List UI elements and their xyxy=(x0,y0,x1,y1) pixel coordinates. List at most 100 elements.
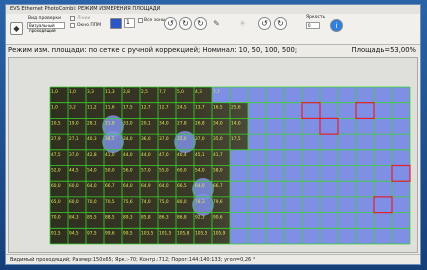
covered-cell[interactable] xyxy=(302,134,320,150)
covered-cell[interactable] xyxy=(266,118,284,135)
covered-cell[interactable] xyxy=(374,102,392,119)
covered-cell[interactable] xyxy=(356,149,374,166)
lines-checkbox[interactable] xyxy=(70,16,75,21)
pnp-window-checkbox[interactable] xyxy=(70,23,75,28)
covered-cell[interactable] xyxy=(338,196,356,213)
covered-cell[interactable] xyxy=(230,228,248,244)
covered-cell[interactable] xyxy=(248,165,266,182)
covered-cell[interactable] xyxy=(320,87,338,103)
covered-cell[interactable] xyxy=(392,165,410,182)
covered-cell[interactable] xyxy=(266,228,284,244)
covered-cell[interactable] xyxy=(392,87,410,103)
covered-cell[interactable] xyxy=(320,165,338,182)
covered-cell[interactable] xyxy=(302,196,320,213)
covered-cell[interactable] xyxy=(302,181,320,197)
covered-cell[interactable] xyxy=(356,196,374,213)
covered-cell[interactable] xyxy=(284,196,302,213)
covered-cell[interactable] xyxy=(230,212,248,229)
covered-cell[interactable] xyxy=(392,102,410,119)
covered-cell[interactable] xyxy=(374,228,392,244)
covered-cell[interactable] xyxy=(374,212,392,229)
covered-cell[interactable] xyxy=(266,149,284,166)
undo-icon[interactable]: ↺ xyxy=(258,17,271,30)
covered-cell[interactable] xyxy=(320,118,338,135)
covered-cell[interactable] xyxy=(266,165,284,182)
covered-cell[interactable] xyxy=(356,165,374,182)
covered-cell[interactable] xyxy=(320,228,338,244)
covered-cell[interactable] xyxy=(356,228,374,244)
covered-cell[interactable] xyxy=(356,102,374,119)
covered-cell[interactable] xyxy=(284,228,302,244)
zones-spinner[interactable]: 1 xyxy=(124,18,135,28)
covered-cell[interactable] xyxy=(248,212,266,229)
rotate-left-icon[interactable]: ↺ xyxy=(164,17,177,30)
covered-cell[interactable] xyxy=(392,196,410,213)
covered-cell[interactable] xyxy=(248,118,266,135)
redo-icon[interactable]: ↻ xyxy=(274,17,287,30)
covered-cell[interactable] xyxy=(338,118,356,135)
covered-cell[interactable] xyxy=(284,87,302,103)
covered-cell[interactable] xyxy=(392,134,410,150)
covered-cell[interactable] xyxy=(392,228,410,244)
covered-cell[interactable] xyxy=(356,134,374,150)
all-zones-checkbox[interactable] xyxy=(138,18,143,23)
covered-cell[interactable] xyxy=(266,87,284,103)
covered-cell[interactable] xyxy=(392,118,410,135)
covered-cell[interactable] xyxy=(266,196,284,213)
covered-cell[interactable] xyxy=(284,134,302,150)
covered-cell[interactable] xyxy=(320,212,338,229)
covered-cell[interactable] xyxy=(230,181,248,197)
covered-cell[interactable] xyxy=(338,165,356,182)
covered-cell[interactable] xyxy=(302,118,320,135)
covered-cell[interactable] xyxy=(230,87,248,103)
covered-cell[interactable] xyxy=(374,149,392,166)
covered-cell[interactable] xyxy=(248,149,266,166)
covered-cell[interactable] xyxy=(338,87,356,103)
covered-cell[interactable] xyxy=(248,102,266,119)
covered-cell[interactable] xyxy=(320,196,338,213)
covered-cell[interactable] xyxy=(284,165,302,182)
camera-icon[interactable]: ◆ xyxy=(10,22,23,35)
covered-cell[interactable] xyxy=(374,118,392,135)
covered-cell[interactable] xyxy=(356,181,374,197)
covered-cell[interactable] xyxy=(392,212,410,229)
covered-cell[interactable] xyxy=(374,87,392,103)
refresh-icon[interactable]: ↻ xyxy=(194,17,207,30)
covered-cell[interactable] xyxy=(392,181,410,197)
covered-cell[interactable] xyxy=(320,102,338,119)
pencil-icon[interactable]: ✎ xyxy=(210,17,223,30)
monitor-icon[interactable] xyxy=(110,18,122,29)
covered-cell[interactable] xyxy=(284,149,302,166)
covered-cell[interactable] xyxy=(230,165,248,182)
covered-cell[interactable] xyxy=(338,212,356,229)
covered-cell[interactable] xyxy=(338,149,356,166)
covered-cell[interactable] xyxy=(266,181,284,197)
covered-cell[interactable] xyxy=(266,134,284,150)
covered-cell[interactable] xyxy=(356,212,374,229)
help-icon[interactable]: i xyxy=(330,19,343,32)
covered-cell[interactable] xyxy=(284,102,302,119)
covered-cell[interactable] xyxy=(302,102,320,119)
covered-cell[interactable] xyxy=(302,228,320,244)
covered-cell[interactable] xyxy=(338,102,356,119)
covered-cell[interactable] xyxy=(284,118,302,135)
covered-cell[interactable] xyxy=(356,87,374,103)
check-type-select[interactable]: Визуальный проходящий xyxy=(27,22,65,33)
covered-cell[interactable] xyxy=(392,149,410,166)
covered-cell[interactable] xyxy=(266,102,284,119)
covered-cell[interactable] xyxy=(266,212,284,229)
covered-cell[interactable] xyxy=(248,134,266,150)
covered-cell[interactable] xyxy=(302,87,320,103)
covered-cell[interactable] xyxy=(356,118,374,135)
covered-cell[interactable] xyxy=(302,165,320,182)
rotate-right-icon[interactable]: ↻ xyxy=(179,17,192,30)
covered-cell[interactable] xyxy=(374,196,392,213)
covered-cell[interactable] xyxy=(338,134,356,150)
covered-cell[interactable] xyxy=(248,181,266,197)
covered-cell[interactable] xyxy=(248,228,266,244)
covered-cell[interactable] xyxy=(248,87,266,103)
covered-cell[interactable] xyxy=(230,196,248,213)
covered-cell[interactable] xyxy=(284,212,302,229)
covered-cell[interactable] xyxy=(248,196,266,213)
covered-cell[interactable] xyxy=(320,181,338,197)
